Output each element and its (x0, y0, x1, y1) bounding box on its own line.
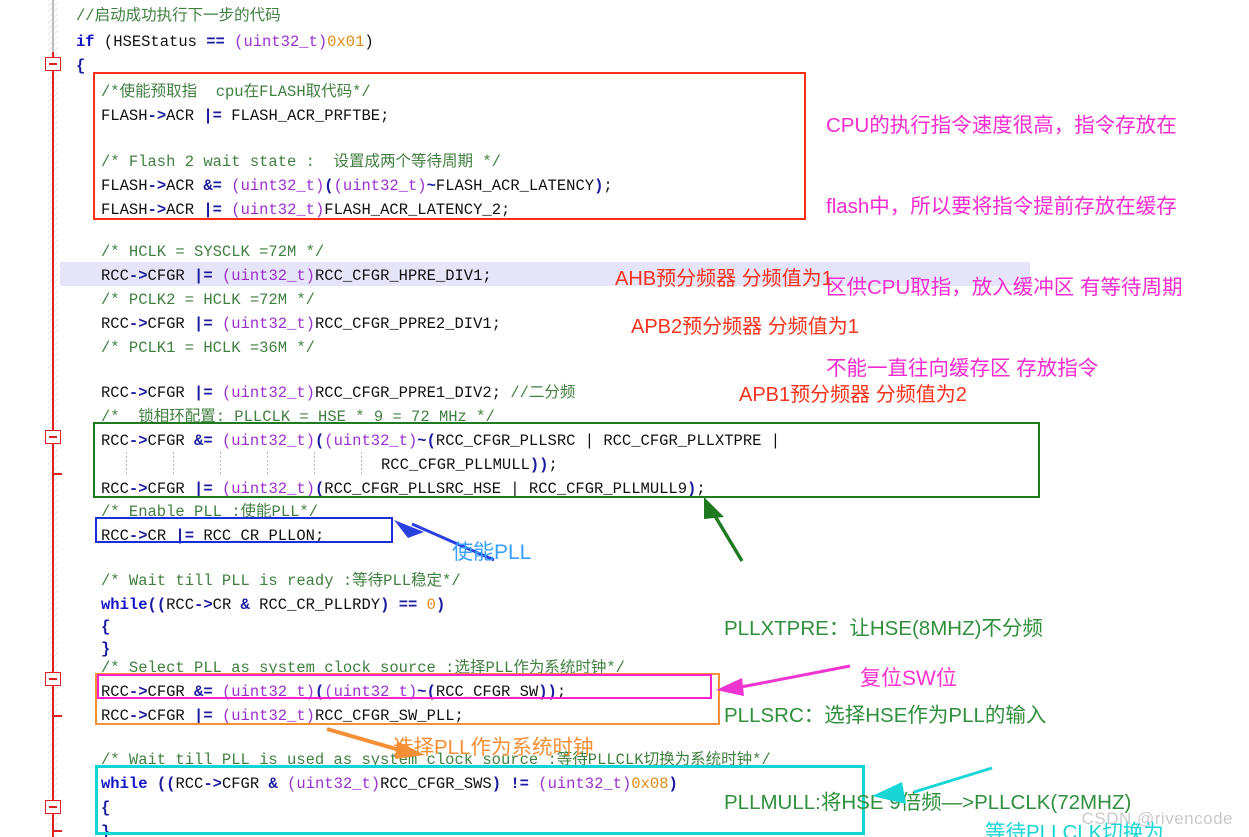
code-line: /* Enable PLL :使能PLL*/ (101, 503, 319, 521)
code-line: RCC->CFGR |= (uint32_t)RCC_CFGR_HPRE_DIV… (101, 267, 492, 285)
code-line: { (76, 57, 86, 75)
ahb-note: AHB预分频器 分频值为1 (615, 268, 833, 290)
reset-sw-note: 复位SW位 (860, 667, 957, 690)
indent-guide (220, 452, 221, 476)
apb2-note: APB2预分频器 分频值为1 (631, 316, 859, 338)
code-line: /* 锁相环配置: PLLCLK = HSE * 9 = 72 MHz */ (101, 408, 495, 426)
flash-note-line: flash中，所以要将指令提前存放在缓存 (826, 195, 1177, 218)
code-line: { (101, 618, 111, 636)
csdn-watermark: CSDN @rivencode (1081, 809, 1233, 828)
code-line: FLASH->ACR &= (uint32_t)((uint32_t)~FLAS… (101, 177, 613, 195)
pll-config-note-line: PLLSRC：选择HSE作为PLL的输入 (724, 704, 1047, 727)
code-line: RCC->CR |= RCC_CR_PLLON; (101, 527, 325, 545)
code-line: /* HCLK = SYSCLK =72M */ (101, 243, 325, 261)
code-line: if (HSEStatus == (uint32_t)0x01) (76, 33, 374, 51)
code-line: FLASH->ACR |= (uint32_t)FLASH_ACR_LATENC… (101, 201, 511, 219)
pll-config-note-line: PLLXTPRE：让HSE(8MHZ)不分频 (724, 617, 1043, 640)
code-line: RCC->CFGR |= (uint32_t)(RCC_CFGR_PLLSRC_… (101, 480, 706, 498)
code-line: /* Wait till PLL is ready :等待PLL稳定*/ (101, 572, 461, 590)
indent-guide (126, 452, 127, 476)
code-line: RCC->CFGR &= (uint32_t)((uint32_t)~(RCC_… (101, 683, 567, 701)
code-line: RCC->CFGR |= (uint32_t)RCC_CFGR_PPRE1_DI… (101, 384, 576, 402)
apb1-note: APB1预分频器 分频值为2 (739, 384, 967, 406)
select-pll-note: 选择PLL作为系统时钟 (393, 736, 594, 759)
flash-note-line: CPU的执行指令速度很高，指令存放在 (826, 114, 1177, 137)
code-line: while((RCC->CR & RCC_CR_PLLRDY) == 0) (101, 596, 446, 614)
code-line: FLASH->ACR |= FLASH_ACR_PRFTBE; (101, 107, 390, 125)
screenshot-root: //启动成功执行下一步的代码 if (HSEStatus == (uint32_… (0, 0, 1249, 837)
code-line: RCC_CFGR_PLLMULL)); (381, 456, 558, 474)
indent-guide (173, 452, 174, 476)
code-line: RCC->CFGR &= (uint32_t)((uint32_t)~(RCC_… (101, 432, 781, 450)
code-line: while ((RCC->CFGR & (uint32_t)RCC_CFGR_S… (101, 775, 678, 793)
code-line: /* PCLK1 = HCLK =36M */ (101, 339, 315, 357)
indent-guide (267, 452, 268, 476)
pll-enable-note: 使能PLL (452, 541, 532, 564)
code-line: } (101, 823, 111, 837)
code-line: RCC->CFGR |= (uint32_t)RCC_CFGR_PPRE2_DI… (101, 315, 501, 333)
code-line: /* PCLK2 = HCLK =72M */ (101, 291, 315, 309)
indent-guide (361, 452, 362, 476)
code-line: { (101, 799, 111, 817)
code-line: /* Flash 2 wait state : 设置成两个等待周期 */ (101, 153, 501, 171)
code-line: //启动成功执行下一步的代码 (76, 7, 281, 25)
code-line: /*使能预取指 cpu在FLASH取代码*/ (101, 83, 371, 101)
code-line: RCC->CFGR |= (uint32_t)RCC_CFGR_SW_PLL; (101, 707, 464, 725)
indent-guide (314, 452, 315, 476)
code-line: /* Select PLL as system clock source :选择… (101, 659, 625, 677)
flash-note-line: 区供CPU取指，放入缓冲区 有等待周期 (826, 276, 1183, 299)
